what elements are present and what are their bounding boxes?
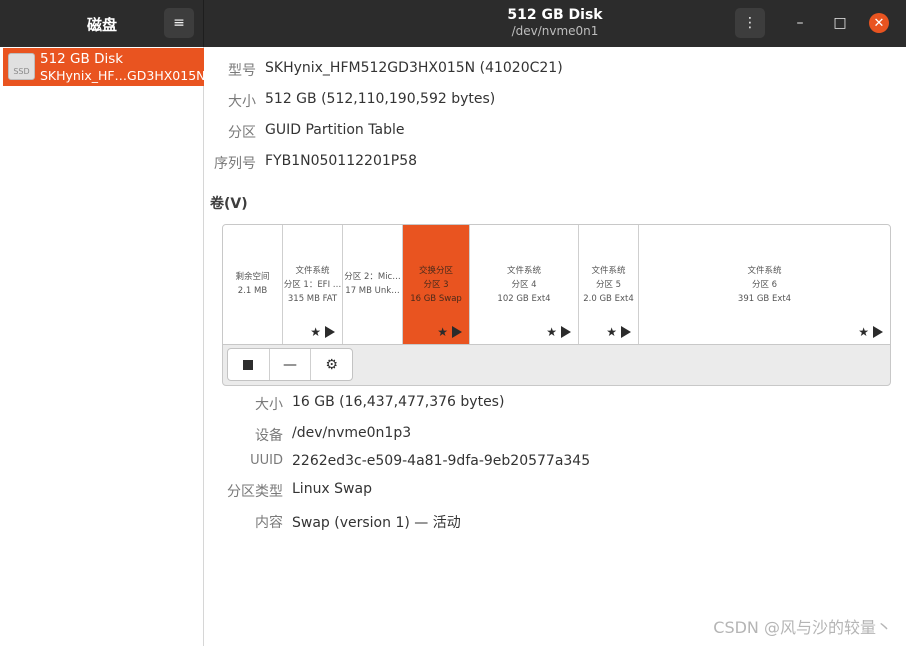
minimize-icon: – [796, 15, 804, 31]
uuid-label: UUID [250, 453, 283, 468]
hamburger-icon: ≡ [173, 15, 185, 31]
disk-menu-button[interactable]: ⋮ [735, 8, 765, 38]
partitioning-value: GUID Partition Table [265, 122, 405, 138]
play-icon [325, 326, 335, 338]
partition-2[interactable]: 分区 2：Mic… 17 MB Unk… [343, 225, 403, 344]
partition-type-label: 分区类型 [227, 484, 283, 500]
play-icon [452, 326, 462, 338]
window-header: 512 GB Disk /dev/nvme0n1 ⋮ – □ ✕ [204, 0, 906, 47]
volume-size-label: 大小 [255, 397, 283, 413]
volume-map: 剩余空间 2.1 MB 文件系统 分区 1：EFI … 315 MB FAT ★… [222, 224, 891, 386]
maximize-button[interactable]: □ [830, 13, 850, 33]
size-label: 大小 [228, 94, 256, 110]
gears-icon: ⚙ [325, 356, 338, 373]
maximize-icon: □ [833, 15, 847, 31]
play-icon [621, 326, 631, 338]
serial-label: 序列号 [214, 156, 256, 172]
delete-partition-button[interactable]: — [270, 349, 312, 380]
vertical-dots-icon: ⋮ [743, 15, 757, 31]
minus-icon: — [283, 356, 297, 373]
partition-5[interactable]: 文件系统 分区 5 2.0 GB Ext4 ★ [579, 225, 639, 344]
model-value: SKHynix_HFM512GD3HX015N (41020C21) [265, 60, 563, 76]
star-icon: ★ [858, 325, 869, 339]
play-icon [873, 326, 883, 338]
contents-value: Swap (version 1) — 活动 [292, 515, 461, 531]
star-icon: ★ [310, 325, 321, 339]
stop-icon [243, 359, 254, 370]
volume-toolbar: — ⚙ [227, 348, 353, 381]
star-icon: ★ [606, 325, 617, 339]
size-value: 512 GB (512,110,190,592 bytes) [265, 91, 496, 107]
volume-size-value: 16 GB (16,437,477,376 bytes) [292, 394, 505, 410]
partition-type-value: Linux Swap [292, 481, 372, 497]
hamburger-menu-button[interactable]: ≡ [164, 8, 194, 38]
contents-label: 内容 [255, 515, 283, 531]
star-icon: ★ [546, 325, 557, 339]
device-label: 设备 [255, 428, 283, 444]
partition-bar: 剩余空间 2.1 MB 文件系统 分区 1：EFI … 315 MB FAT ★… [223, 225, 890, 345]
watermark: CSDN @风与沙的较量丶 [713, 618, 892, 637]
star-icon: ★ [437, 325, 448, 339]
partition-4[interactable]: 文件系统 分区 4 102 GB Ext4 ★ [470, 225, 579, 344]
sidebar-header: 磁盘 ≡ [0, 0, 204, 47]
minimize-button[interactable]: – [790, 13, 810, 33]
partition-1[interactable]: 文件系统 分区 1：EFI … 315 MB FAT ★ [283, 225, 343, 344]
close-icon: ✕ [873, 15, 885, 31]
stop-button[interactable] [228, 349, 270, 380]
serial-value: FYB1N050112201P58 [265, 153, 418, 169]
partition-3[interactable]: 交换分区 分区 3 16 GB Swap ★ [403, 225, 470, 344]
model-label: 型号 [228, 63, 256, 79]
partition-settings-button[interactable]: ⚙ [311, 349, 352, 380]
partition-6[interactable]: 文件系统 分区 6 391 GB Ext4 ★ [639, 225, 890, 344]
device-value: /dev/nvme0n1p3 [292, 425, 412, 441]
partition-free-space[interactable]: 剩余空间 2.1 MB [223, 225, 283, 344]
partitioning-label: 分区 [228, 125, 256, 141]
close-button[interactable]: ✕ [869, 13, 889, 33]
uuid-value: 2262ed3c-e509-4a81-9dfa-9eb20577a345 [292, 453, 591, 469]
play-icon [561, 326, 571, 338]
volumes-heading: 卷(V) [210, 196, 248, 212]
